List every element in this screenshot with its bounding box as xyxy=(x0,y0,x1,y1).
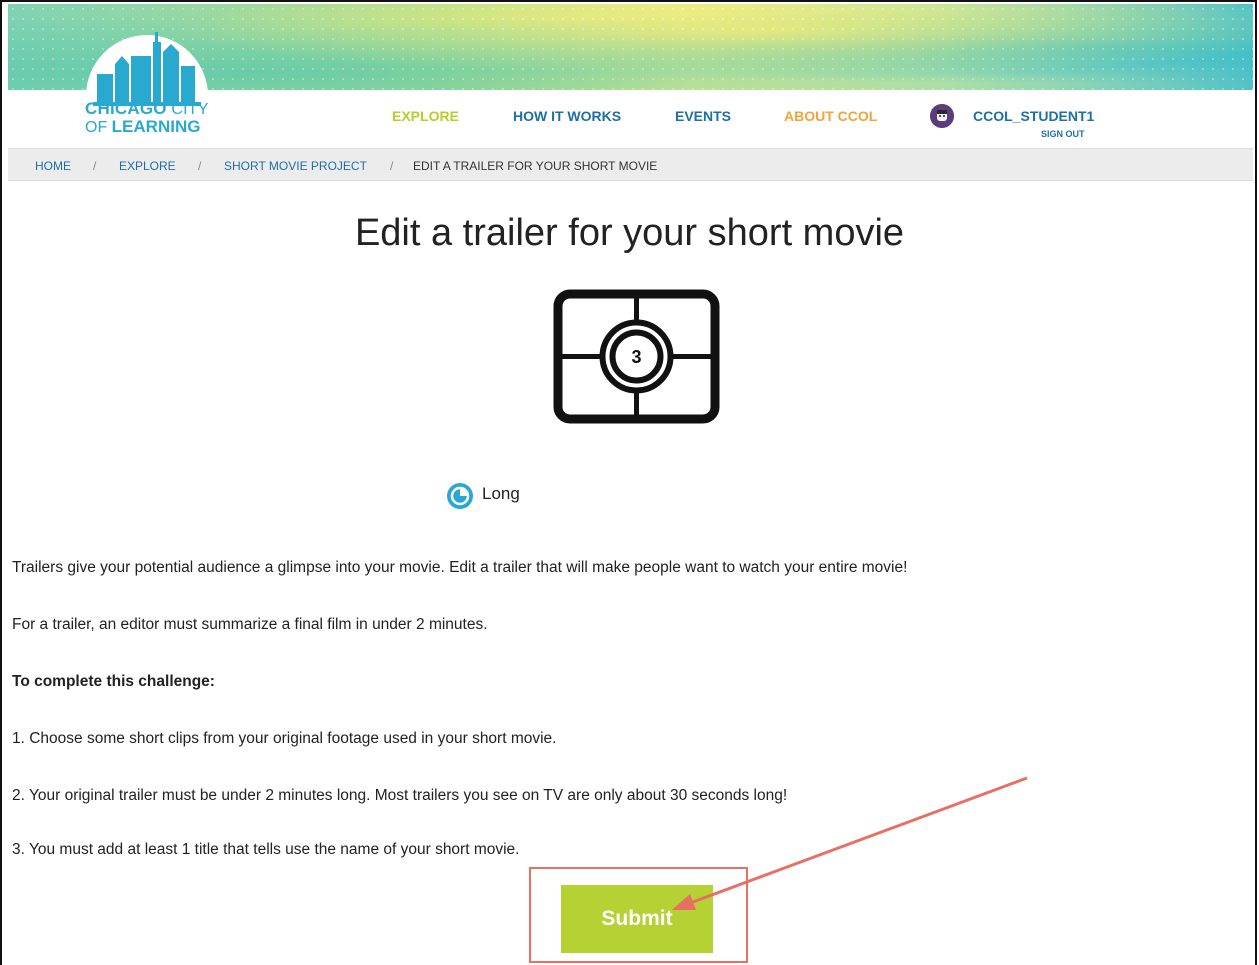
intro-paragraph: Trailers give your potential audience a … xyxy=(12,559,908,576)
nav-about-ccol[interactable]: ABOUT CCOL xyxy=(784,108,877,124)
nav-explore[interactable]: EXPLORE xyxy=(392,108,459,124)
step-3: 3. You must add at least 1 title that te… xyxy=(12,841,520,858)
breadcrumb-separator: / xyxy=(390,159,394,173)
sign-out-link[interactable]: SIGN OUT xyxy=(1041,129,1085,139)
user-avatar-icon[interactable] xyxy=(930,104,954,128)
page-title: Edit a trailer for your short movie xyxy=(354,212,905,254)
nav-events[interactable]: EVENTS xyxy=(675,108,731,124)
breadcrumb: HOME / EXPLORE / SHORT MOVIE PROJECT / E… xyxy=(8,148,1253,181)
breadcrumb-current: EDIT A TRAILER FOR YOUR SHORT MOVIE xyxy=(413,159,658,173)
countdown-number: 3 xyxy=(631,347,641,367)
breadcrumb-explore[interactable]: EXPLORE xyxy=(119,159,176,173)
challenge-heading: To complete this challenge: xyxy=(12,673,215,690)
trailer-definition-paragraph: For a trailer, an editor must summarize … xyxy=(12,616,488,633)
film-countdown-icon: 3 xyxy=(553,289,720,424)
nav-how-it-works[interactable]: HOW IT WORKS xyxy=(513,108,621,124)
breadcrumb-short-movie-project[interactable]: SHORT MOVIE PROJECT xyxy=(224,159,367,173)
breadcrumb-separator: / xyxy=(93,159,97,173)
logo-wordmark[interactable]: CHICAGO CITY OF LEARNING xyxy=(85,100,225,136)
step-2: 2. Your original trailer must be under 2… xyxy=(12,787,788,804)
duration-label: Long xyxy=(482,484,520,503)
clock-icon xyxy=(447,483,473,509)
username-link[interactable]: CCOL_STUDENT1 xyxy=(973,108,1094,124)
breadcrumb-home[interactable]: HOME xyxy=(35,159,71,173)
step-1: 1. Choose some short clips from your ori… xyxy=(12,730,557,747)
breadcrumb-separator: / xyxy=(198,159,202,173)
submit-button[interactable]: Submit xyxy=(561,885,713,953)
